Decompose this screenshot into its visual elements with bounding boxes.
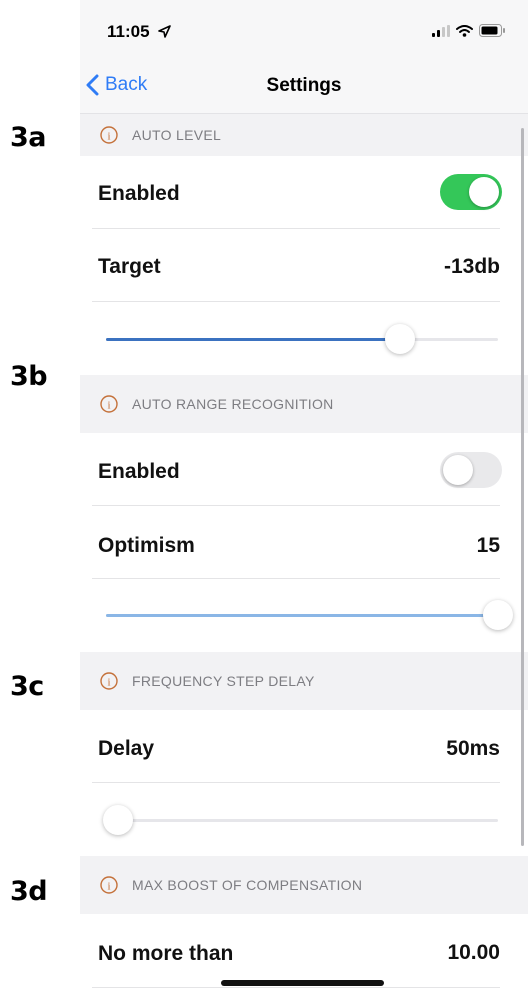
location-arrow-icon	[158, 25, 172, 38]
section-header-auto-level: i AUTO LEVEL	[80, 114, 528, 156]
enabled-label: Enabled	[98, 182, 180, 205]
delay-row: Delay 50ms	[80, 710, 528, 783]
toggle-knob	[443, 455, 473, 485]
auto-level-target-row: Target -13db	[80, 229, 528, 302]
section-header-auto-range: i AUTO RANGE RECOGNITION	[80, 375, 528, 433]
navigation-bar: Back Settings	[80, 68, 528, 114]
optimism-slider[interactable]	[106, 598, 513, 632]
home-indicator[interactable]	[221, 980, 384, 986]
toggle-knob	[469, 177, 499, 207]
annotation-3b: 3b	[10, 361, 48, 392]
slider-thumb[interactable]	[385, 324, 415, 354]
auto-level-enabled-toggle[interactable]	[440, 174, 502, 210]
delay-slider-row	[80, 783, 528, 856]
system-icons	[432, 24, 506, 37]
section-label: AUTO LEVEL	[132, 127, 222, 143]
target-label: Target	[98, 255, 161, 278]
delay-slider[interactable]	[102, 803, 498, 837]
auto-range-optimism-row: Optimism 15	[80, 506, 528, 579]
target-value: -13db	[443, 255, 500, 278]
no-more-than-value: 10.00	[447, 941, 500, 964]
delay-value: 50ms	[446, 737, 500, 760]
cellular-signal-icon	[432, 24, 450, 37]
delay-label: Delay	[98, 737, 155, 760]
svg-text:i: i	[107, 881, 110, 893]
target-slider[interactable]	[106, 322, 498, 356]
section-header-max-boost: i MAX BOOST OF COMPENSATION	[80, 856, 528, 914]
auto-range-enabled-toggle[interactable]	[440, 452, 502, 488]
slider-track	[106, 819, 498, 822]
slider-thumb[interactable]	[102, 805, 133, 835]
battery-icon	[479, 24, 505, 37]
section-label: MAX BOOST OF COMPENSATION	[132, 877, 363, 893]
info-icon[interactable]: i	[100, 395, 118, 413]
svg-text:i: i	[107, 400, 110, 412]
status-time-text: 11:05	[107, 22, 150, 41]
slider-fill	[106, 338, 400, 341]
optimism-label: Optimism	[98, 534, 195, 557]
section-header-frequency-step-delay: i FREQUENCY STEP DELAY	[80, 652, 528, 710]
phone-screen: 11:05 Back Settings i AUTO LEVEL Enabled…	[80, 0, 528, 994]
section-label: AUTO RANGE RECOGNITION	[132, 396, 334, 412]
optimism-value: 15	[476, 534, 500, 557]
status-bar: 11:05	[80, 0, 528, 68]
no-more-than-label: No more than	[98, 942, 234, 965]
status-time: 11:05	[107, 22, 172, 42]
auto-range-enabled-row: Enabled	[80, 433, 528, 506]
info-icon[interactable]: i	[100, 126, 118, 144]
auto-level-enabled-row: Enabled	[80, 156, 528, 229]
slider-thumb[interactable]	[483, 600, 513, 630]
auto-level-slider-row	[80, 302, 528, 375]
svg-text:i: i	[107, 677, 110, 689]
info-icon[interactable]: i	[100, 876, 118, 894]
svg-text:i: i	[107, 131, 110, 143]
info-icon[interactable]: i	[100, 672, 118, 690]
slider-fill	[106, 614, 498, 617]
annotation-3a: 3a	[10, 122, 47, 153]
row-divider	[92, 987, 500, 988]
annotation-3d: 3d	[10, 876, 48, 907]
annotation-3c: 3c	[10, 671, 44, 702]
auto-range-slider-row	[80, 579, 528, 652]
section-label: FREQUENCY STEP DELAY	[132, 673, 315, 689]
enabled-label: Enabled	[98, 460, 180, 483]
wifi-icon	[456, 24, 473, 37]
page-title: Settings	[266, 75, 342, 96]
scrollbar[interactable]	[521, 128, 524, 846]
